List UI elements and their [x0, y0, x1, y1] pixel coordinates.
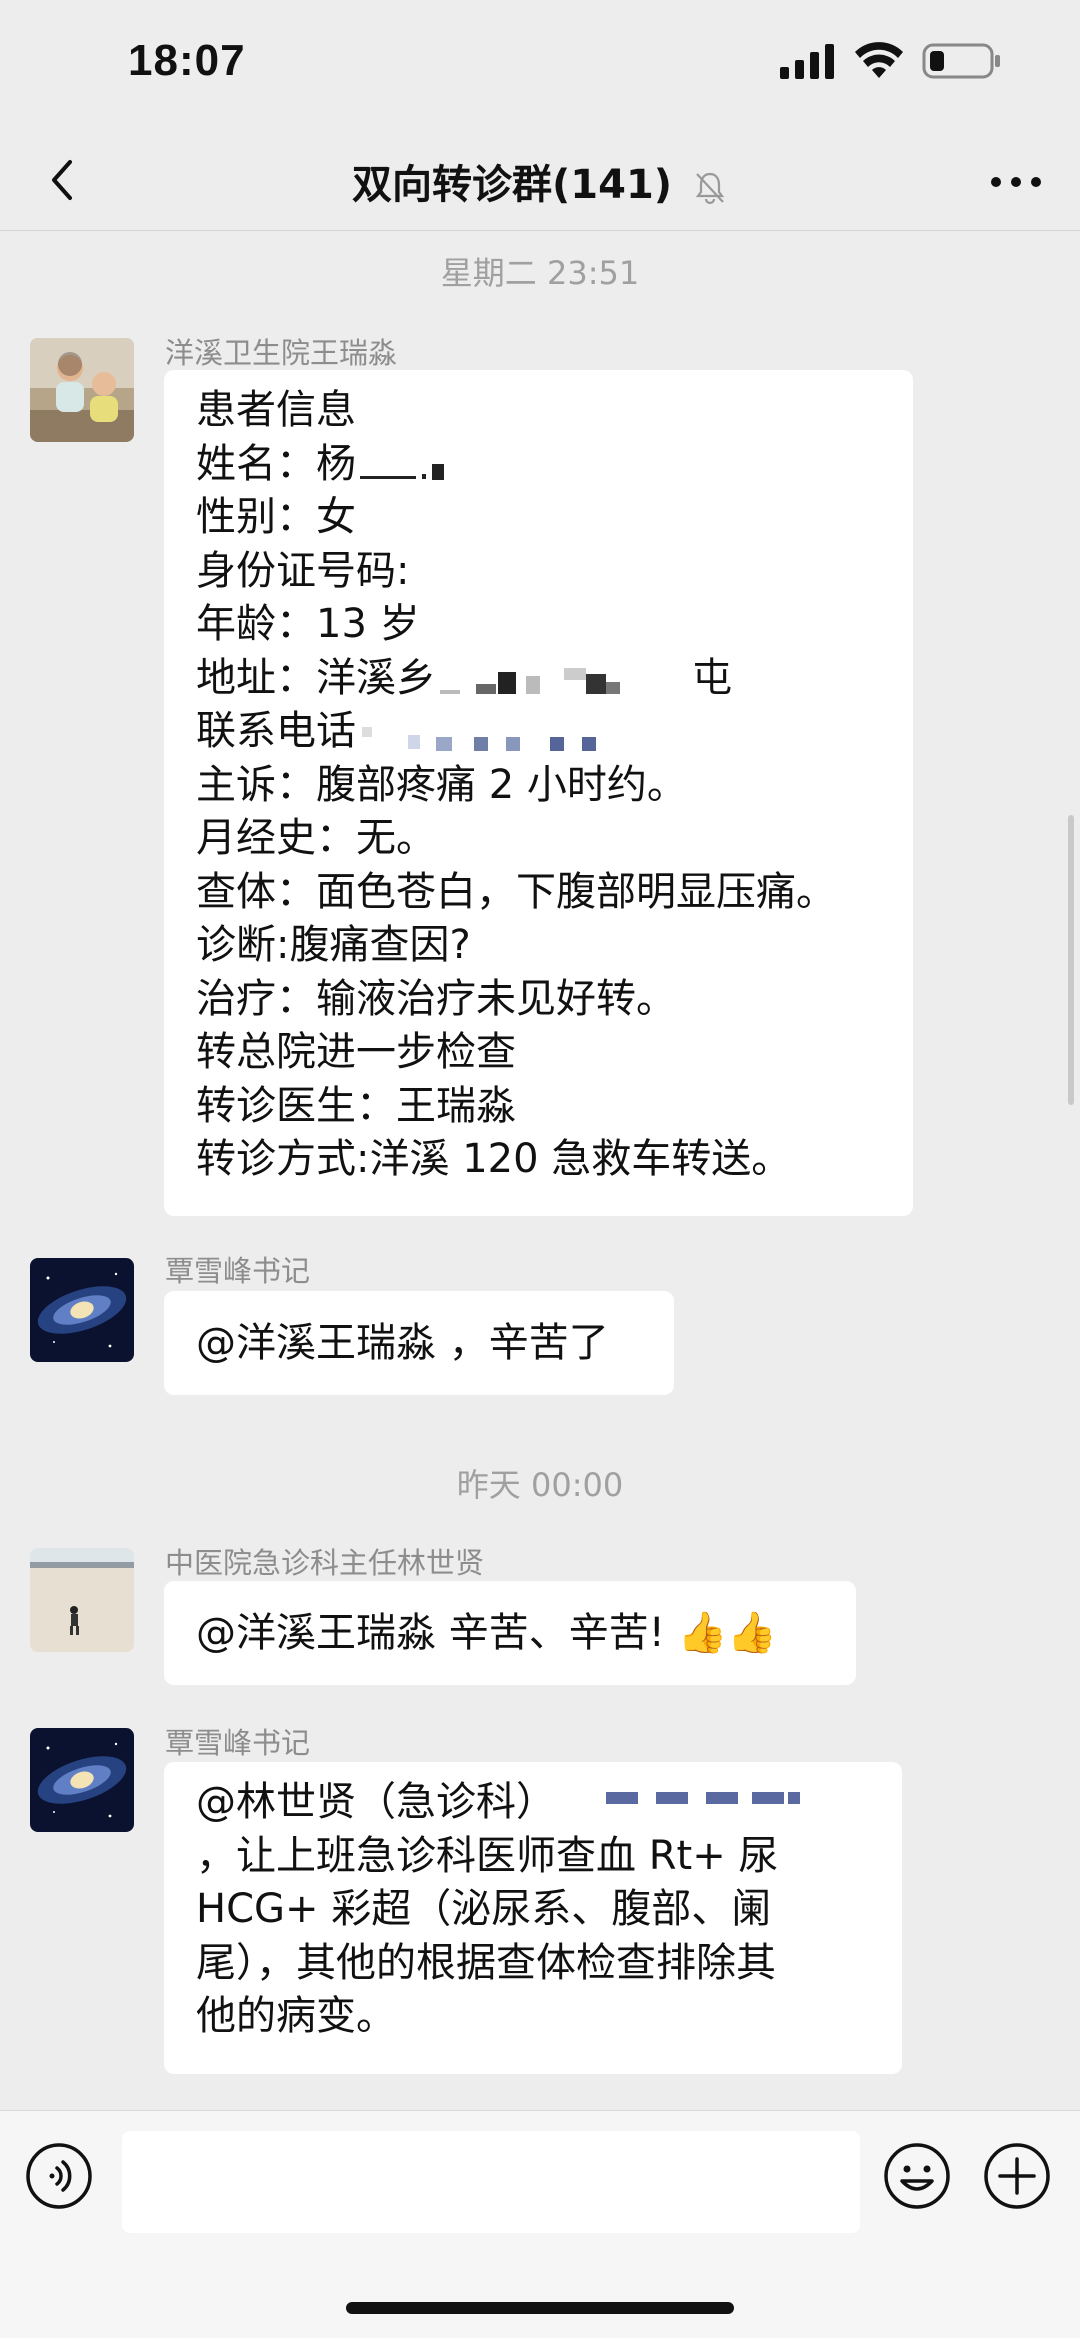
- sender-name: 覃雪峰书记: [165, 1254, 311, 1288]
- message-text: 地址：洋溪乡: [196, 654, 436, 701]
- chat-header: 双向转诊群(141): [0, 130, 1080, 231]
- avatar[interactable]: [30, 1728, 134, 1832]
- avatar[interactable]: [30, 1548, 134, 1652]
- message-line: 身份证号码:: [196, 547, 410, 594]
- mute-bell-icon: [695, 172, 725, 205]
- sender-name: 覃雪峰书记: [165, 1726, 311, 1760]
- message-bubble[interactable]: 患者信息 姓名：杨 性别：女 身份证号码: 年龄：13 岁 地址：洋溪乡 屯 联系…: [164, 370, 913, 1216]
- more-options-icon[interactable]: [986, 162, 1046, 202]
- message-timestamp: 昨天 00:00: [456, 1466, 624, 1504]
- sender-name: 中医院急诊科主任林世贤: [165, 1546, 485, 1580]
- message-input[interactable]: [122, 2131, 860, 2233]
- message-line: 姓名：杨: [196, 438, 881, 492]
- message-line: 月经史：无。: [196, 815, 436, 861]
- message-line: 查体：面色苍白，下腹部明显压痛。: [196, 868, 836, 915]
- battery-icon: [922, 43, 1000, 79]
- message-text: 屯: [692, 654, 732, 701]
- message-text: 姓名：杨: [196, 440, 356, 487]
- message-line: 诊断:腹痛查因?: [196, 922, 471, 968]
- message-text: @林世贤（急诊科）: [196, 1779, 556, 1825]
- status-bar: 18:07: [0, 0, 1080, 130]
- message-line: 联系电话: [196, 705, 881, 759]
- message-line: 转总院进一步检查: [196, 1029, 516, 1075]
- message-line: 治疗：输液治疗未见好转。: [196, 975, 676, 1022]
- sender-name: 洋溪卫生院王瑞淼: [165, 336, 398, 370]
- thumbs-up-emoji: 👍👍: [677, 1610, 778, 1656]
- voice-input-icon[interactable]: [24, 2141, 94, 2211]
- message-text: 联系电话: [196, 708, 356, 754]
- message-line: 他的病变。: [196, 1993, 396, 2039]
- signal-icon: [780, 44, 834, 79]
- message-line: 性别：女: [196, 494, 356, 540]
- emoji-icon[interactable]: [882, 2141, 952, 2211]
- chat-title-text: 双向转诊群(141): [352, 162, 673, 208]
- message-line: @林世贤（急诊科）: [196, 1776, 870, 1830]
- message-bubble[interactable]: @洋溪王瑞淼 辛苦、辛苦! 👍👍: [164, 1581, 856, 1685]
- message-text: @洋溪王瑞淼 ，辛苦了: [196, 1320, 609, 1366]
- message-line: 地址：洋溪乡 屯: [196, 652, 881, 706]
- message-line: ，让上班急诊科医师查血 Rt+ 尿: [196, 1832, 779, 1879]
- beach-photo-avatar: [30, 1548, 134, 1652]
- message-line: 转诊医生：王瑞淼: [196, 1082, 516, 1129]
- redacted-mosaic: [440, 667, 620, 694]
- message-line: 尾），其他的根据查体检查排除其: [196, 1939, 776, 1986]
- status-time: 18:07: [128, 36, 246, 85]
- message-bubble[interactable]: @洋溪王瑞淼 ，辛苦了: [164, 1291, 674, 1395]
- message-line: 主诉：腹部疼痛 2 小时约。: [196, 761, 687, 808]
- message-bubble[interactable]: @林世贤（急诊科） ，让上班急诊科医师查血 Rt+ 尿 HCG+ 彩超（泌尿系、…: [164, 1762, 902, 2074]
- galaxy-avatar: [30, 1728, 134, 1832]
- plus-icon[interactable]: [982, 2141, 1052, 2211]
- wifi-icon: [855, 42, 903, 78]
- message-line: 转诊方式:洋溪 120 急救车转送。: [196, 1136, 792, 1182]
- scroll-indicator[interactable]: [1068, 815, 1074, 1105]
- redacted-mosaic: [606, 1792, 800, 1804]
- message-line: HCG+ 彩超（泌尿系、腹部、阑: [196, 1886, 772, 1932]
- avatar[interactable]: [30, 1258, 134, 1362]
- message-text: @洋溪王瑞淼 辛苦、辛苦!: [196, 1610, 665, 1656]
- galaxy-avatar: [30, 1258, 134, 1362]
- redacted-mosaic: [362, 727, 596, 751]
- message-line: 年龄：13 岁: [196, 601, 420, 647]
- message-line: @洋溪王瑞淼 辛苦、辛苦! 👍👍: [196, 1595, 824, 1671]
- message-timestamp: 星期二 23:51: [440, 254, 640, 292]
- status-icons: [780, 42, 1002, 80]
- chat-title: 双向转诊群(141): [0, 152, 1080, 210]
- avatar[interactable]: [30, 338, 134, 442]
- home-indicator[interactable]: [346, 2302, 734, 2314]
- children-photo-avatar: [30, 338, 134, 442]
- message-line: 患者信息: [196, 387, 356, 433]
- redacted-mosaic: [360, 463, 444, 480]
